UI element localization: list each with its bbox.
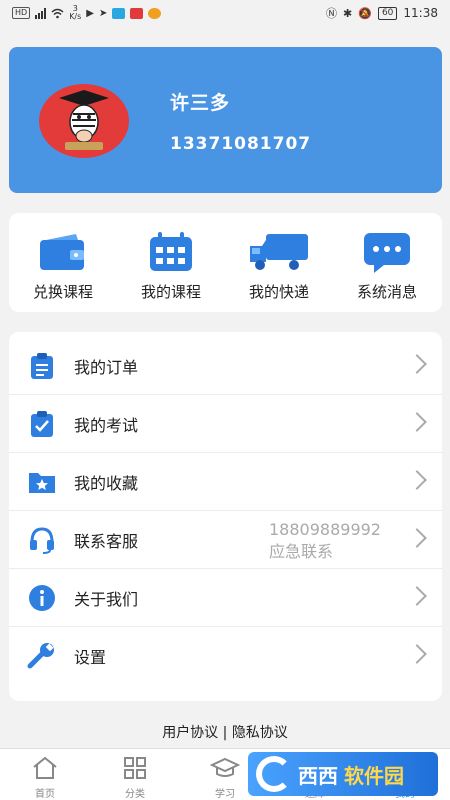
- graduation-cap-icon: [210, 757, 240, 777]
- footer-separator: |: [218, 725, 232, 741]
- quick-action-system-messages[interactable]: 系统消息: [333, 231, 441, 302]
- signal-icon: [35, 7, 47, 19]
- tab-home[interactable]: 首页: [10, 755, 80, 800]
- menu-item-my-favorites[interactable]: 我的收藏: [9, 453, 442, 511]
- menu-label: 我的考试: [74, 416, 139, 435]
- tab-label: 首页: [35, 789, 55, 800]
- chevron-right-icon: [407, 528, 427, 548]
- menu-item-about-us[interactable]: 关于我们: [9, 569, 442, 627]
- user-name: 许三多: [170, 92, 231, 114]
- quick-action-label: 系统消息: [356, 283, 417, 301]
- quick-action-my-courses[interactable]: 我的课程: [117, 231, 225, 302]
- profile-card[interactable]: 许三多 13371081707: [9, 47, 442, 193]
- emergency-phone: 18809889992: [269, 520, 381, 539]
- quick-action-redeem-course[interactable]: 兑换课程: [9, 231, 117, 302]
- chevron-right-icon: [407, 644, 427, 664]
- site-watermark: 西西 软件园: [248, 752, 438, 796]
- headset-icon: [30, 527, 54, 554]
- mute-icon: 🔕: [358, 6, 372, 20]
- menu-label: 我的收藏: [74, 474, 139, 493]
- quick-actions-card: 兑换课程 我的课程 我的快递 系统消息: [9, 213, 442, 312]
- menu-label: 我的订单: [74, 358, 139, 377]
- play-icon: ▶: [86, 7, 94, 19]
- user-phone: 13371081707: [170, 134, 312, 154]
- battery-icon: 60: [377, 6, 398, 20]
- grid-icon: [124, 757, 146, 779]
- nfc-icon: Ⓝ: [326, 7, 338, 20]
- menu-item-my-orders[interactable]: 我的订单: [9, 337, 442, 395]
- menu-item-customer-service[interactable]: 联系客服 18809889992 应急联系: [9, 511, 442, 569]
- send-icon: ➤: [99, 7, 108, 19]
- weibo-icon: [148, 7, 162, 19]
- menu-item-settings[interactable]: 设置: [9, 627, 442, 685]
- menu-list: 我的订单 我的考试 我的收藏 联系客服 18809889992 应急联系 关于我们…: [9, 332, 442, 701]
- wrench-icon: [27, 643, 54, 669]
- menu-label: 关于我们: [74, 590, 139, 609]
- quick-action-label: 兑换课程: [32, 283, 93, 301]
- menu-label: 设置: [74, 648, 107, 667]
- footer-links: 用户协议 | 隐私协议: [0, 722, 450, 742]
- chevron-right-icon: [407, 586, 427, 606]
- emergency-note: 应急联系: [269, 542, 334, 561]
- user-agreement-link[interactable]: 用户协议: [162, 725, 218, 741]
- menu-item-my-exams[interactable]: 我的考试: [9, 395, 442, 453]
- bluetooth-icon: ✱: [343, 6, 353, 20]
- quick-action-label: 我的课程: [140, 283, 201, 301]
- tab-category[interactable]: 分类: [100, 755, 170, 800]
- chevron-right-icon: [407, 354, 427, 374]
- watermark-logo-icon: [256, 756, 292, 792]
- emergency-contact[interactable]: 18809889992 应急联系: [269, 519, 381, 563]
- favorite-folder-icon: [29, 473, 55, 493]
- app-icon: [130, 7, 144, 19]
- message-icon: [364, 233, 410, 273]
- chevron-right-icon: [407, 470, 427, 490]
- order-clipboard-icon: [31, 353, 53, 379]
- info-icon: [29, 585, 55, 611]
- watermark-text: 西西: [298, 763, 338, 788]
- truck-icon: [250, 234, 308, 270]
- exam-check-icon: [31, 411, 53, 437]
- status-left: HD 3 K/s ▶ ➤: [12, 4, 162, 21]
- clock: 11:38: [403, 6, 438, 20]
- calendar-icon: [150, 232, 192, 271]
- chevron-right-icon: [407, 412, 427, 432]
- status-bar: HD 3 K/s ▶ ➤ Ⓝ ✱ 🔕 60 11:38: [0, 0, 450, 26]
- tab-label: 分类: [125, 789, 145, 800]
- quick-action-label: 我的快递: [248, 283, 309, 301]
- search-app-icon: [112, 7, 126, 19]
- quick-action-my-express[interactable]: 我的快递: [225, 231, 333, 302]
- home-icon: [33, 756, 57, 779]
- watermark-subtext: 软件园: [344, 763, 404, 788]
- zebra-mascot-icon: [59, 90, 109, 150]
- privacy-policy-link[interactable]: 隐私协议: [232, 725, 288, 741]
- wifi-icon: [51, 8, 64, 18]
- status-right: Ⓝ ✱ 🔕 60 11:38: [326, 5, 438, 21]
- network-speed: 3 K/s: [69, 4, 82, 21]
- hd-icon: HD: [12, 7, 31, 19]
- avatar[interactable]: [39, 84, 129, 158]
- menu-label: 联系客服: [74, 532, 139, 551]
- wallet-icon: [40, 234, 84, 270]
